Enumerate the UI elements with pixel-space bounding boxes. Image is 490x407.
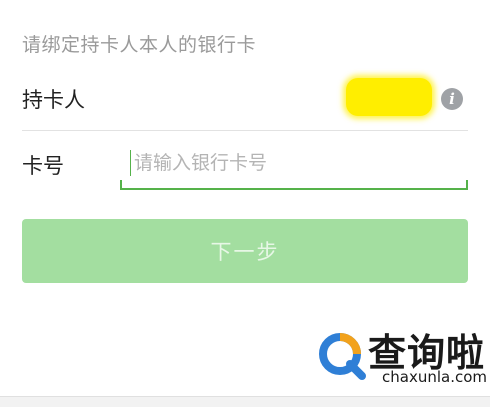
row-divider bbox=[22, 130, 468, 131]
card-number-field[interactable] bbox=[120, 140, 468, 190]
card-number-input[interactable] bbox=[134, 146, 454, 180]
info-icon[interactable]: i bbox=[441, 88, 463, 110]
chaxunla-logo-icon bbox=[319, 333, 366, 380]
bottom-edge bbox=[0, 396, 490, 407]
next-step-button[interactable]: 下一步 bbox=[22, 219, 468, 283]
text-cursor bbox=[130, 150, 131, 176]
cardholder-name-redaction bbox=[346, 78, 432, 116]
bind-card-page: 请绑定持卡人本人的银行卡 持卡人 i 卡号 下一步 查询啦 chaxunla.c… bbox=[0, 0, 490, 407]
cardholder-label: 持卡人 bbox=[22, 88, 85, 112]
watermark-url: chaxunla.com bbox=[382, 368, 487, 386]
bind-card-hint: 请绑定持卡人本人的银行卡 bbox=[22, 34, 257, 56]
card-number-label: 卡号 bbox=[22, 154, 64, 178]
watermark: 查询啦 chaxunla.com bbox=[310, 320, 490, 390]
